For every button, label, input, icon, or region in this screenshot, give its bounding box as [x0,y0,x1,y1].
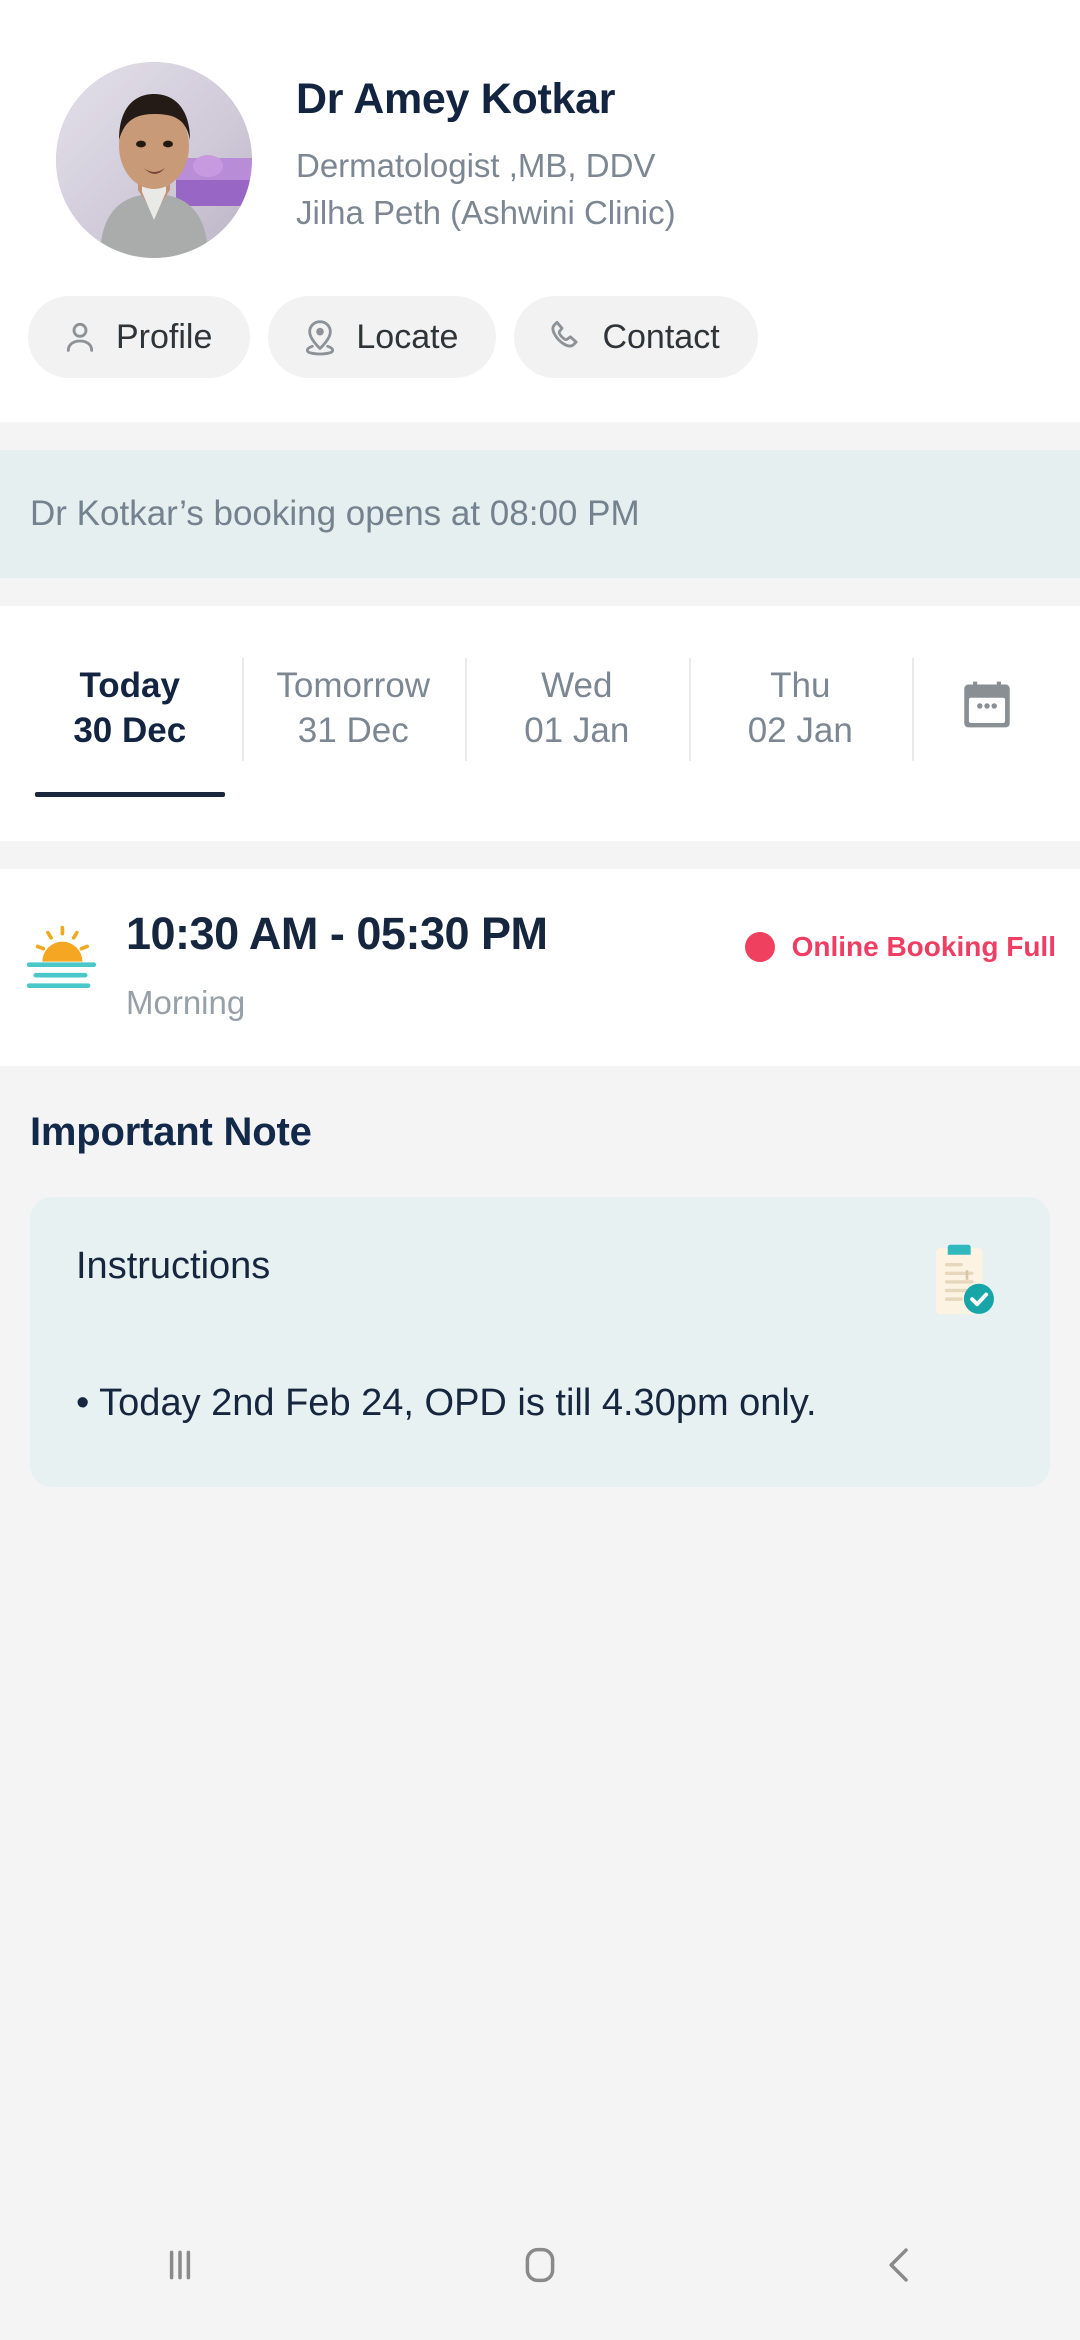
date-tab-day: Tomorrow [276,666,431,705]
tabs-card-footer [0,796,1080,841]
avatar[interactable] [56,62,252,258]
date-tab-day: Thu [770,666,831,705]
instructions-card-header: Instructions [76,1244,1004,1325]
tab-underline [482,792,672,797]
doctor-info: Dr Amey Kotkar Dermatologist ,MB, DDV Ji… [252,62,676,237]
back-chevron-icon [889,2248,908,2282]
clipboard-check-icon [935,1244,994,1315]
slot-icon-wrap [24,909,116,1004]
date-tab-day: Wed [541,666,613,705]
sunrise-icon [26,925,97,988]
doctor-photo [56,62,252,258]
divider-band-tabs [0,840,1080,869]
date-tabs-card: Today 30 Dec Tomorrow 31 Dec Wed 01 Jan … [0,606,1080,841]
active-tab-underline [34,791,225,797]
doctor-name: Dr Amey Kotkar [296,75,616,123]
instructions-card: Instructions • Today 2nd Feb 24, OPD is … [30,1197,1050,1488]
doctor-qualification: Dermatologist ,MB, DDV [296,147,656,185]
home-button[interactable] [455,2210,625,2320]
slot-period-label: Morning [126,984,246,1022]
contact-button[interactable]: Contact [514,296,758,378]
date-tab-date: 30 Dec [73,710,187,750]
date-tab-day: Today [79,666,180,705]
status-badge: Online Booking Full [744,909,1056,963]
doctor-header-card: Dr Amey Kotkar Dermatologist ,MB, DDV Ji… [0,0,1080,422]
tab-underline [258,792,448,797]
profile-button[interactable]: Profile [28,296,251,378]
date-tab-date: 01 Jan [524,710,630,750]
date-tab-date: 02 Jan [747,710,853,750]
tab-underline [705,792,895,797]
important-note-title: Important Note [30,1110,312,1155]
date-tab-today[interactable]: Today 30 Dec [18,636,242,797]
system-navigation-bar [0,2190,1080,2340]
date-tab-date: 31 Dec [297,710,409,750]
important-note-section: Important Note Instructions • Today 2nd … [0,1066,1080,1488]
back-button[interactable] [815,2210,985,2320]
status-dot-icon [744,931,775,962]
booking-opens-banner: Dr Kotkar’s booking opens at 08:00 PM [0,450,1080,578]
contact-label: Contact [602,317,720,356]
date-tab-tomorrow[interactable]: Tomorrow 31 Dec [241,636,466,797]
slot-details: 10:30 AM - 05:30 PM Morning [116,909,745,1023]
phone-icon [551,320,579,348]
doctor-action-pills: Profile Locate Contact [0,258,1080,422]
locate-button[interactable]: Locate [268,296,497,378]
divider-band-top [0,422,1080,450]
appointment-screen: Dr Amey Kotkar Dermatologist ,MB, DDV Ji… [0,0,1080,2340]
open-calendar-button[interactable] [912,636,1062,797]
home-icon [525,2247,555,2283]
divider-band-banner [0,578,1080,606]
map-pin-icon [306,320,335,356]
instructions-title: Instructions [76,1245,271,1288]
date-tab-wed[interactable]: Wed 01 Jan [465,636,689,797]
recent-apps-button[interactable] [95,2210,265,2320]
timing-slot-row[interactable]: 10:30 AM - 05:30 PM Morning Online Booki… [0,868,1080,1067]
booking-opens-text: Dr Kotkar’s booking opens at 08:00 PM [30,494,640,533]
instructions-body: • Today 2nd Feb 24, OPD is till 4.30pm o… [76,1382,817,1425]
profile-label: Profile [116,317,213,356]
recent-apps-icon [169,2250,191,2280]
status-label: Online Booking Full [791,930,1056,962]
slot-time-range: 10:30 AM - 05:30 PM [126,907,548,959]
doctor-row: Dr Amey Kotkar Dermatologist ,MB, DDV Ji… [0,62,1080,258]
date-tab-thu[interactable]: Thu 02 Jan [688,636,913,797]
locate-label: Locate [356,317,459,356]
calendar-icon [964,681,1010,728]
doctor-clinic: Jilha Peth (Ashwini Clinic) [296,194,676,232]
person-icon [66,322,94,352]
date-tabs: Today 30 Dec Tomorrow 31 Dec Wed 01 Jan … [0,636,1080,797]
